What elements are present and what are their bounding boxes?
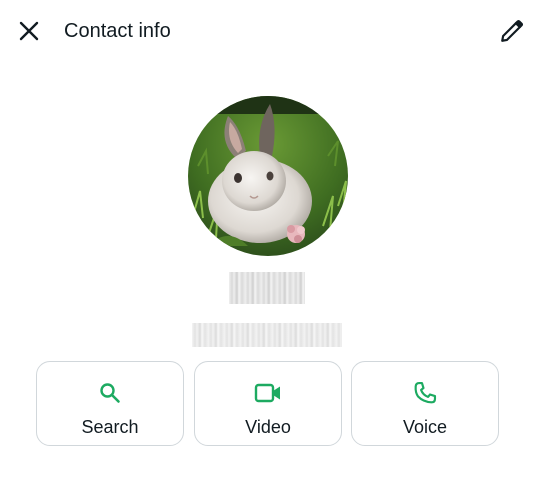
contact-info-screen: Contact info Search Video Voice bbox=[0, 0, 539, 503]
video-call-button[interactable]: Video bbox=[194, 361, 342, 446]
voice-call-button[interactable]: Voice bbox=[351, 361, 499, 446]
video-icon bbox=[254, 379, 282, 407]
contact-name-redacted bbox=[229, 272, 305, 304]
contact-phone-redacted bbox=[192, 323, 342, 347]
voice-label: Voice bbox=[402, 417, 448, 437]
page-title: Contact info bbox=[64, 20, 171, 42]
close-button[interactable] bbox=[12, 14, 46, 48]
action-buttons: Search Video Voice bbox=[36, 361, 499, 446]
header: Contact info bbox=[0, 0, 539, 62]
rabbit-photo-image bbox=[188, 96, 348, 256]
video-label: Video bbox=[245, 417, 291, 437]
search-label: Search bbox=[81, 417, 139, 437]
avatar[interactable] bbox=[188, 96, 348, 256]
search-icon bbox=[96, 379, 124, 407]
search-button[interactable]: Search bbox=[36, 361, 184, 446]
pencil-icon bbox=[501, 19, 524, 42]
phone-icon bbox=[411, 379, 439, 407]
close-icon bbox=[19, 21, 39, 41]
edit-button[interactable] bbox=[495, 14, 529, 48]
